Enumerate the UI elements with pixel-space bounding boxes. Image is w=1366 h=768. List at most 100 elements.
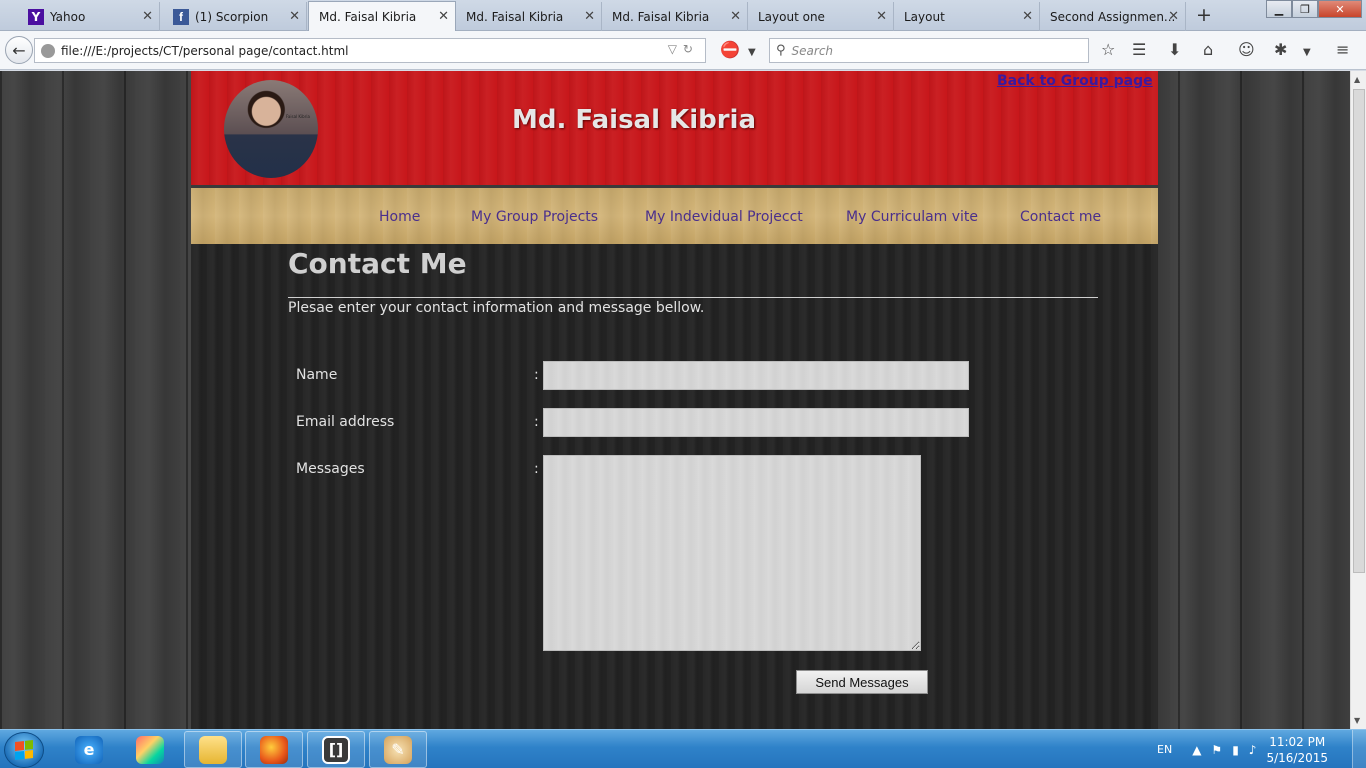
internet-explorer-icon: e: [75, 735, 103, 764]
name-label: Name: [296, 367, 338, 383]
navigation-toolbar: ← file:///E:/projects/CT/personal page/c…: [0, 31, 1366, 70]
site-header: Faisal Kibria Md. Faisal Kibria Back to …: [191, 71, 1158, 188]
menu-item-home[interactable]: Home: [379, 209, 420, 225]
scroll-down-icon[interactable]: ▼: [1354, 716, 1360, 725]
language-indicator[interactable]: EN: [1157, 743, 1172, 756]
send-messages-button[interactable]: Send Messages: [796, 670, 928, 694]
firefox-icon: [260, 735, 288, 764]
folder-icon: [199, 735, 227, 764]
tab-label: Md. Faisal Kibria: [612, 9, 710, 24]
search-icon: ⚲: [776, 43, 786, 58]
close-tab-icon[interactable]: ✕: [1168, 9, 1179, 24]
browser-tab-strip: Y Yahoo ✕ f (1) Scorpion ✕ Md. Faisal Ki…: [0, 0, 1366, 31]
name-field[interactable]: [543, 361, 969, 390]
volume-icon[interactable]: ♪: [1249, 743, 1257, 757]
taskbar-brackets[interactable]: []: [307, 731, 365, 768]
taskbar-internet-explorer[interactable]: e: [60, 731, 118, 768]
close-tab-icon[interactable]: ✕: [438, 9, 449, 24]
tab-yahoo[interactable]: Y Yahoo ✕: [18, 2, 160, 31]
tab-label: Yahoo: [50, 9, 86, 24]
maximize-icon[interactable]: ❐: [1292, 0, 1318, 18]
close-window-icon[interactable]: ✕: [1318, 0, 1362, 18]
close-tab-icon[interactable]: ✕: [142, 9, 153, 24]
tab-scorpion[interactable]: f (1) Scorpion ✕: [163, 2, 307, 31]
tray-expand-icon[interactable]: ▲: [1192, 743, 1201, 757]
menu-icon[interactable]: ≡: [1336, 41, 1349, 59]
taskbar-paint-palette[interactable]: ✎: [369, 731, 427, 768]
close-tab-icon[interactable]: ✕: [289, 9, 300, 24]
scroll-up-icon[interactable]: ▲: [1354, 75, 1360, 84]
tab-label: Md. Faisal Kibria: [466, 9, 564, 24]
clock-time: 11:02 PM: [1269, 734, 1326, 749]
url-bar[interactable]: file:///E:/projects/CT/personal page/con…: [34, 38, 706, 63]
tab-second-assignment[interactable]: Second Assignmen... ✕: [1040, 2, 1186, 31]
minimize-icon[interactable]: ▁: [1266, 0, 1292, 18]
new-tab-icon[interactable]: +: [1196, 5, 1212, 25]
menu-item-cv[interactable]: My Curriculam vite: [846, 209, 978, 225]
action-center-icon[interactable]: ⚑: [1211, 743, 1222, 757]
tab-label: Md. Faisal Kibria: [319, 9, 417, 24]
divider: [288, 297, 1098, 298]
page-viewport: Faisal Kibria Md. Faisal Kibria Back to …: [0, 71, 1350, 729]
taskbar-explorer[interactable]: [184, 731, 242, 768]
tab-faisal-2[interactable]: Md. Faisal Kibria ✕: [456, 2, 602, 31]
email-label: Email address: [296, 414, 395, 430]
email-colon: :: [534, 414, 539, 430]
scrollbar-thumb[interactable]: [1353, 89, 1365, 573]
tab-layout[interactable]: Layout ✕: [894, 2, 1040, 31]
yahoo-icon: Y: [28, 8, 44, 25]
site-title: Md. Faisal Kibria: [511, 105, 757, 135]
email-field[interactable]: [543, 408, 969, 437]
download-icon[interactable]: ⬇: [1168, 41, 1181, 59]
network-signal-icon[interactable]: ▮: [1232, 743, 1239, 757]
addon-icon[interactable]: ✱: [1274, 41, 1287, 59]
clock-date: 5/16/2015: [1266, 750, 1328, 765]
tab-label: Second Assignmen...: [1050, 9, 1176, 24]
menu-item-individual-project[interactable]: My Indevidual Projecct: [645, 209, 803, 225]
reload-icon[interactable]: ▽↻: [668, 42, 699, 56]
close-tab-icon[interactable]: ✕: [1022, 9, 1033, 24]
name-colon: :: [534, 367, 539, 383]
system-tray: EN ▲ ⚑ ▮ ♪ 11:02 PM 5/16/2015: [1157, 730, 1366, 768]
chevron-down-icon[interactable]: ▼: [748, 44, 756, 62]
windows-logo-icon: [15, 740, 33, 760]
reading-list-icon[interactable]: ☰: [1132, 41, 1146, 59]
messages-colon: :: [534, 461, 539, 477]
close-tab-icon[interactable]: ✕: [730, 9, 741, 24]
tab-layout-one[interactable]: Layout one ✕: [748, 2, 894, 31]
facebook-icon: f: [173, 8, 189, 25]
page-title: Contact Me: [288, 247, 467, 280]
chevron-down-icon[interactable]: ▼: [1303, 44, 1311, 62]
taskbar: e [] ✎ EN ▲ ⚑ ▮ ♪ 11:02 PM 5/16/2015: [0, 729, 1366, 768]
close-tab-icon[interactable]: ✕: [876, 9, 887, 24]
taskbar-paint[interactable]: [121, 731, 179, 768]
chat-icon[interactable]: ☺: [1238, 41, 1255, 59]
tab-label: Layout: [904, 9, 945, 24]
globe-icon: [41, 43, 55, 58]
url-text: file:///E:/projects/CT/personal page/con…: [61, 43, 349, 58]
start-button[interactable]: [4, 732, 44, 768]
menu-item-contact[interactable]: Contact me: [1020, 209, 1101, 225]
paint-icon: [136, 735, 164, 764]
page-container: Faisal Kibria Md. Faisal Kibria Back to …: [191, 71, 1158, 729]
bookmark-star-icon[interactable]: ☆: [1101, 41, 1115, 59]
block-icon[interactable]: ⛔: [720, 41, 740, 59]
show-desktop-button[interactable]: [1352, 730, 1366, 768]
back-arrow-icon[interactable]: ←: [5, 36, 33, 64]
tab-faisal-active[interactable]: Md. Faisal Kibria ✕: [308, 1, 456, 31]
messages-field[interactable]: [543, 455, 921, 651]
tab-faisal-3[interactable]: Md. Faisal Kibria ✕: [602, 2, 748, 31]
close-tab-icon[interactable]: ✕: [584, 9, 595, 24]
menu-item-group-projects[interactable]: My Group Projects: [471, 209, 598, 225]
vertical-scrollbar[interactable]: ▲ ▼: [1350, 71, 1366, 729]
tab-label: Layout one: [758, 9, 825, 24]
home-icon[interactable]: ⌂: [1203, 41, 1213, 59]
back-to-group-link[interactable]: Back to Group page: [997, 73, 1153, 89]
search-input[interactable]: ⚲ Search: [769, 38, 1089, 63]
search-placeholder: Search: [791, 43, 834, 58]
main-menu: Home My Group Projects My Indevidual Pro…: [191, 188, 1158, 244]
taskbar-firefox[interactable]: [245, 731, 303, 768]
window-controls: ▁ ❐ ✕: [1266, 0, 1362, 18]
clock[interactable]: 11:02 PM 5/16/2015: [1266, 734, 1328, 766]
tab-label: (1) Scorpion: [195, 9, 269, 24]
